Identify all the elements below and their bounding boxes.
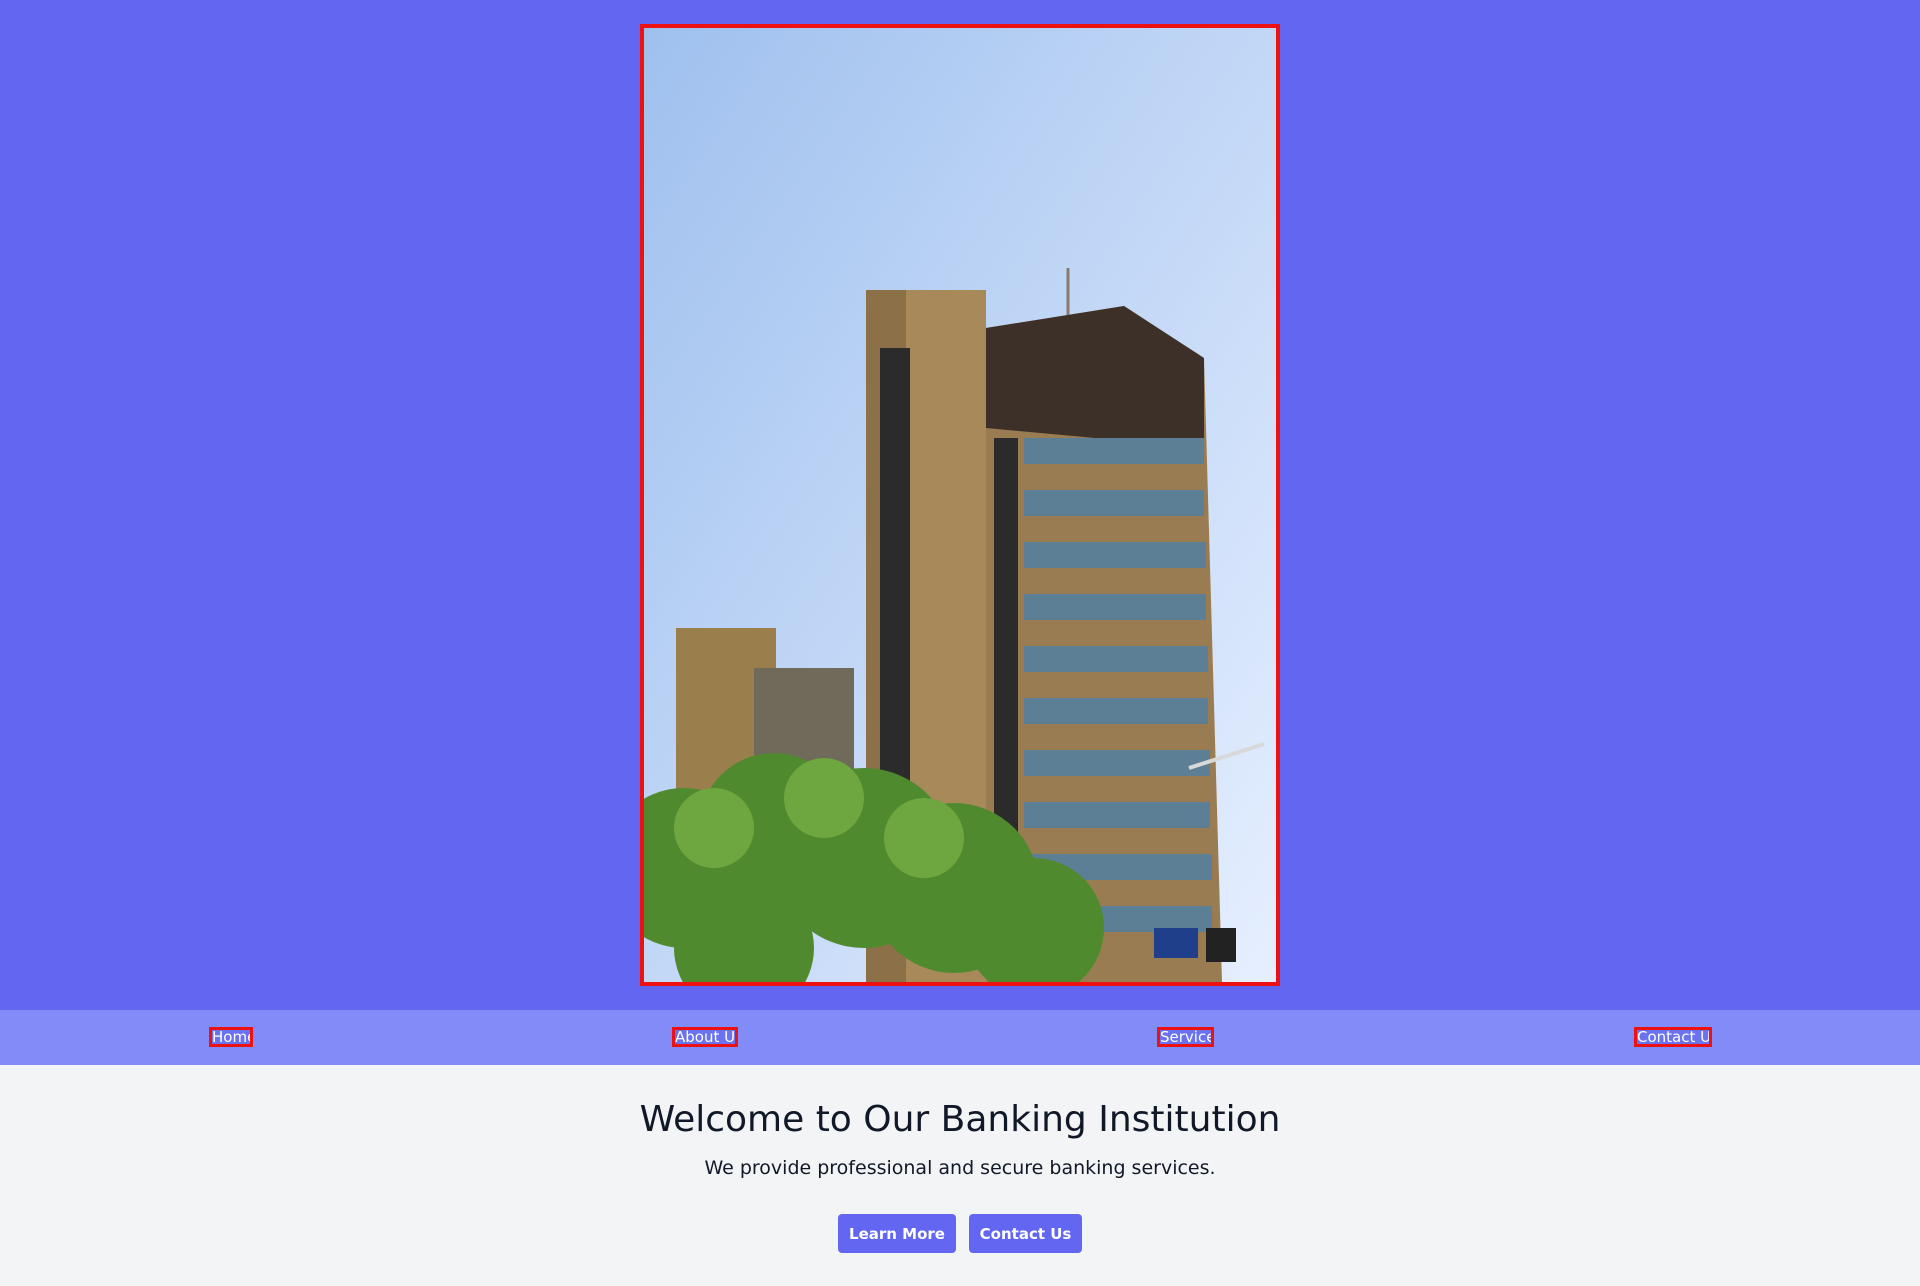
nav-link-home[interactable]: Home (209, 1027, 253, 1047)
building-photo (644, 28, 1276, 982)
page-title: Welcome to Our Banking Institution (639, 1099, 1281, 1140)
nav-link-contact-us[interactable]: Contact Us (1634, 1027, 1712, 1047)
hero-building-image (640, 24, 1280, 986)
main-navbar: Home About Us Services Contact Us (0, 1010, 1920, 1065)
page-subtitle: We provide professional and secure banki… (704, 1157, 1216, 1179)
hero-section (0, 0, 1920, 1010)
contact-us-button[interactable]: Contact Us (969, 1214, 1082, 1253)
welcome-section: Welcome to Our Banking Institution We pr… (0, 1065, 1920, 1286)
learn-more-button[interactable]: Learn More (838, 1214, 956, 1253)
nav-link-about-us[interactable]: About Us (672, 1027, 738, 1047)
nav-link-services[interactable]: Services (1157, 1027, 1214, 1047)
